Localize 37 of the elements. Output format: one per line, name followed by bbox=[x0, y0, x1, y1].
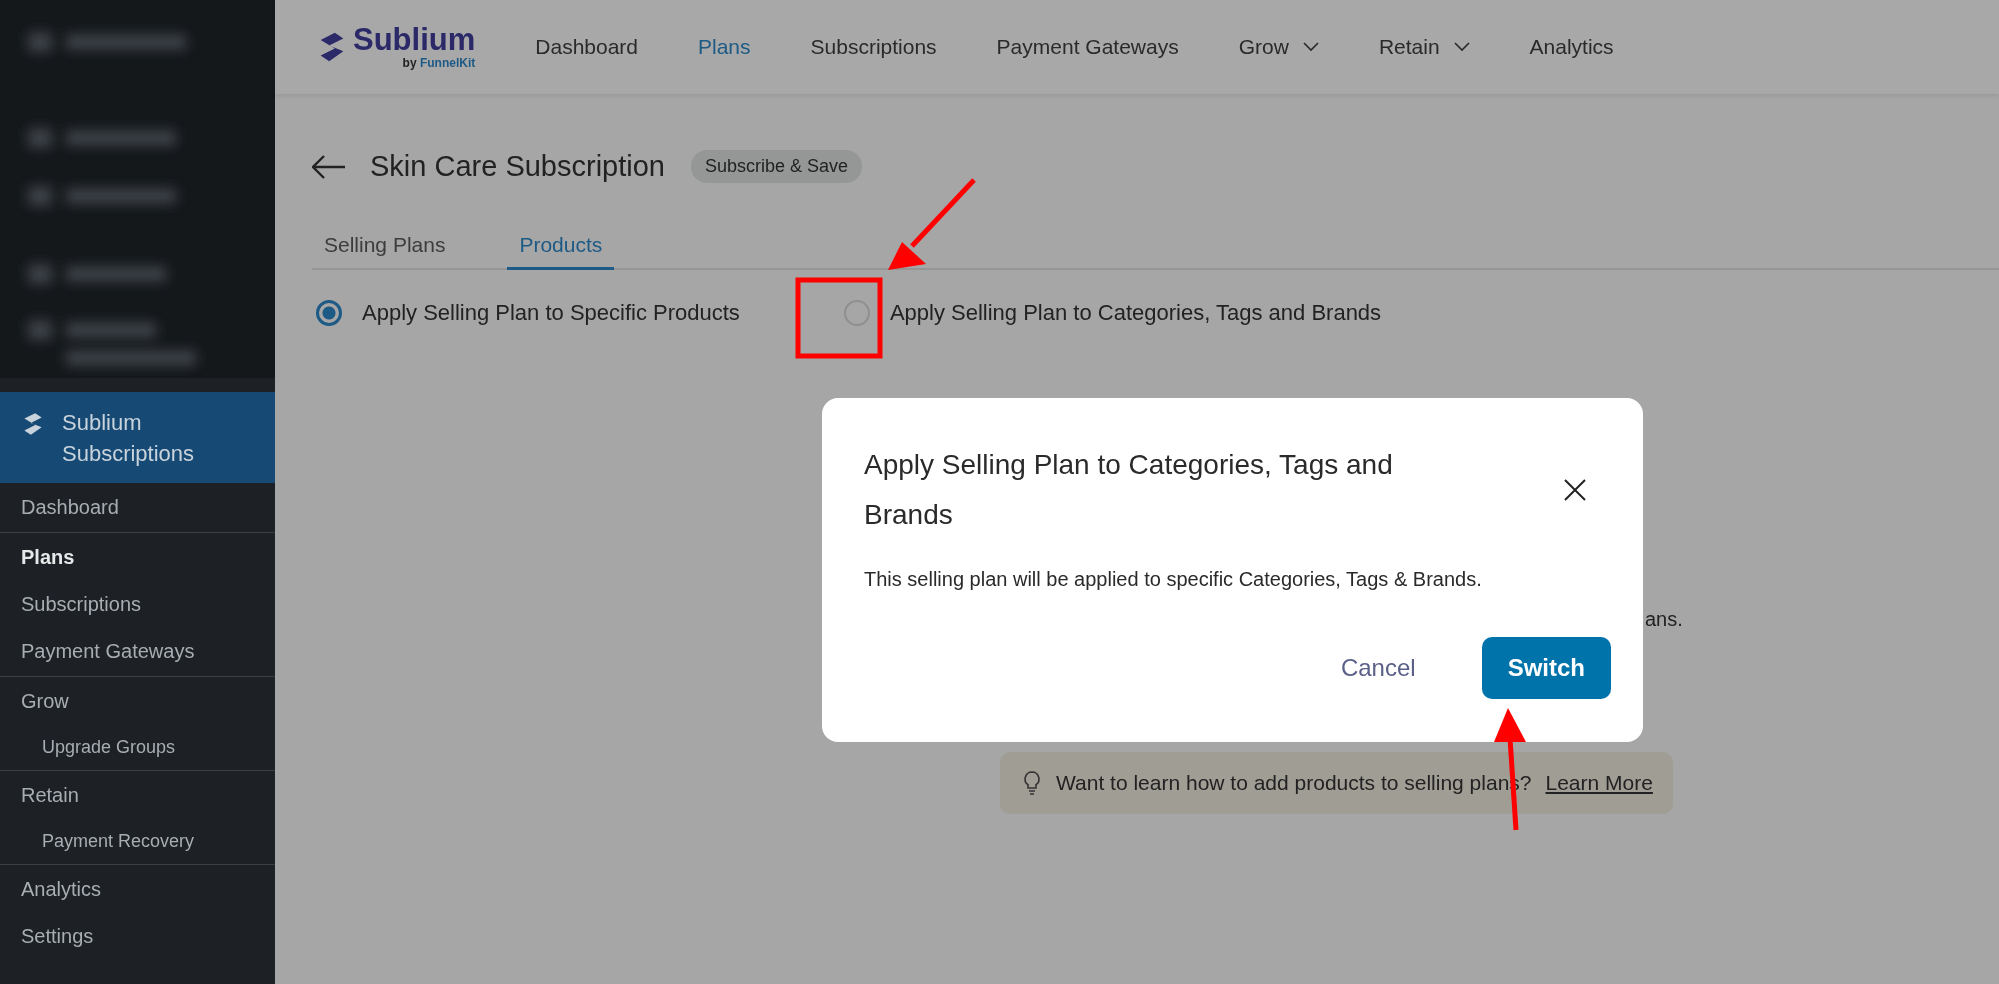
nav-link[interactable]: Analytics bbox=[1529, 35, 1614, 59]
nav-link[interactable]: Payment Gateways bbox=[996, 35, 1179, 59]
nav-link[interactable]: Retain bbox=[1378, 35, 1470, 59]
nav-link[interactable]: Plans bbox=[698, 35, 751, 59]
switch-button[interactable]: Switch bbox=[1481, 637, 1611, 699]
radio-label[interactable]: Apply Selling Plan to Categories, Tags and Brands bbox=[889, 300, 1382, 326]
sidebar-item[interactable]: Payment Gateways bbox=[0, 628, 275, 675]
sidebar-item[interactable]: Dashboard bbox=[0, 484, 275, 531]
sidebar-subitem[interactable]: Payment Recovery bbox=[0, 819, 275, 863]
nav-link[interactable]: Dashboard bbox=[535, 35, 638, 59]
sidebar-item[interactable]: Plans bbox=[0, 534, 275, 581]
sidebar-brand-label: Sublium Subscriptions bbox=[62, 409, 196, 468]
dialog-message: This selling plan will be applied to specific Categories, Tags & Brands. bbox=[864, 568, 1483, 591]
dialog-title: Apply Selling Plan to Categories, Tags and Brands bbox=[864, 448, 1394, 532]
logo-byline: by FunnelKit bbox=[402, 56, 476, 70]
sidebar-subitem[interactable]: Upgrade Groups bbox=[0, 725, 275, 769]
sidebar-item[interactable]: Analytics bbox=[0, 866, 275, 913]
lightbulb-icon bbox=[1022, 770, 1042, 796]
page-title: Skin Care Subscription bbox=[370, 150, 665, 183]
radio-button[interactable] bbox=[316, 300, 342, 326]
sidebar-item[interactable]: Retain bbox=[0, 772, 275, 819]
close-icon[interactable] bbox=[1563, 478, 1587, 502]
nav-link[interactable]: Subscriptions bbox=[810, 35, 937, 59]
sidebar-item[interactable]: Subscriptions bbox=[0, 581, 275, 628]
sidebar-item[interactable]: Grow bbox=[0, 678, 275, 725]
learn-more-link[interactable]: Learn More bbox=[1545, 771, 1653, 795]
tab[interactable]: Selling Plans bbox=[312, 233, 458, 270]
nav-link[interactable]: Grow bbox=[1238, 35, 1319, 59]
plan-type-badge: Subscribe & Save bbox=[691, 150, 863, 183]
cancel-button[interactable]: Cancel bbox=[1314, 637, 1442, 699]
radio-label[interactable]: Apply Selling Plan to Specific Products bbox=[362, 300, 740, 326]
radio-button[interactable] bbox=[843, 300, 870, 326]
back-arrow-icon[interactable] bbox=[312, 154, 346, 179]
sidebar-item[interactable]: Settings bbox=[0, 913, 275, 960]
body-text: ans. bbox=[1645, 608, 1683, 631]
logo-wordmark: Sublium bbox=[353, 24, 476, 56]
sidebar-brand[interactable]: Sublium Subscriptions bbox=[0, 392, 275, 483]
